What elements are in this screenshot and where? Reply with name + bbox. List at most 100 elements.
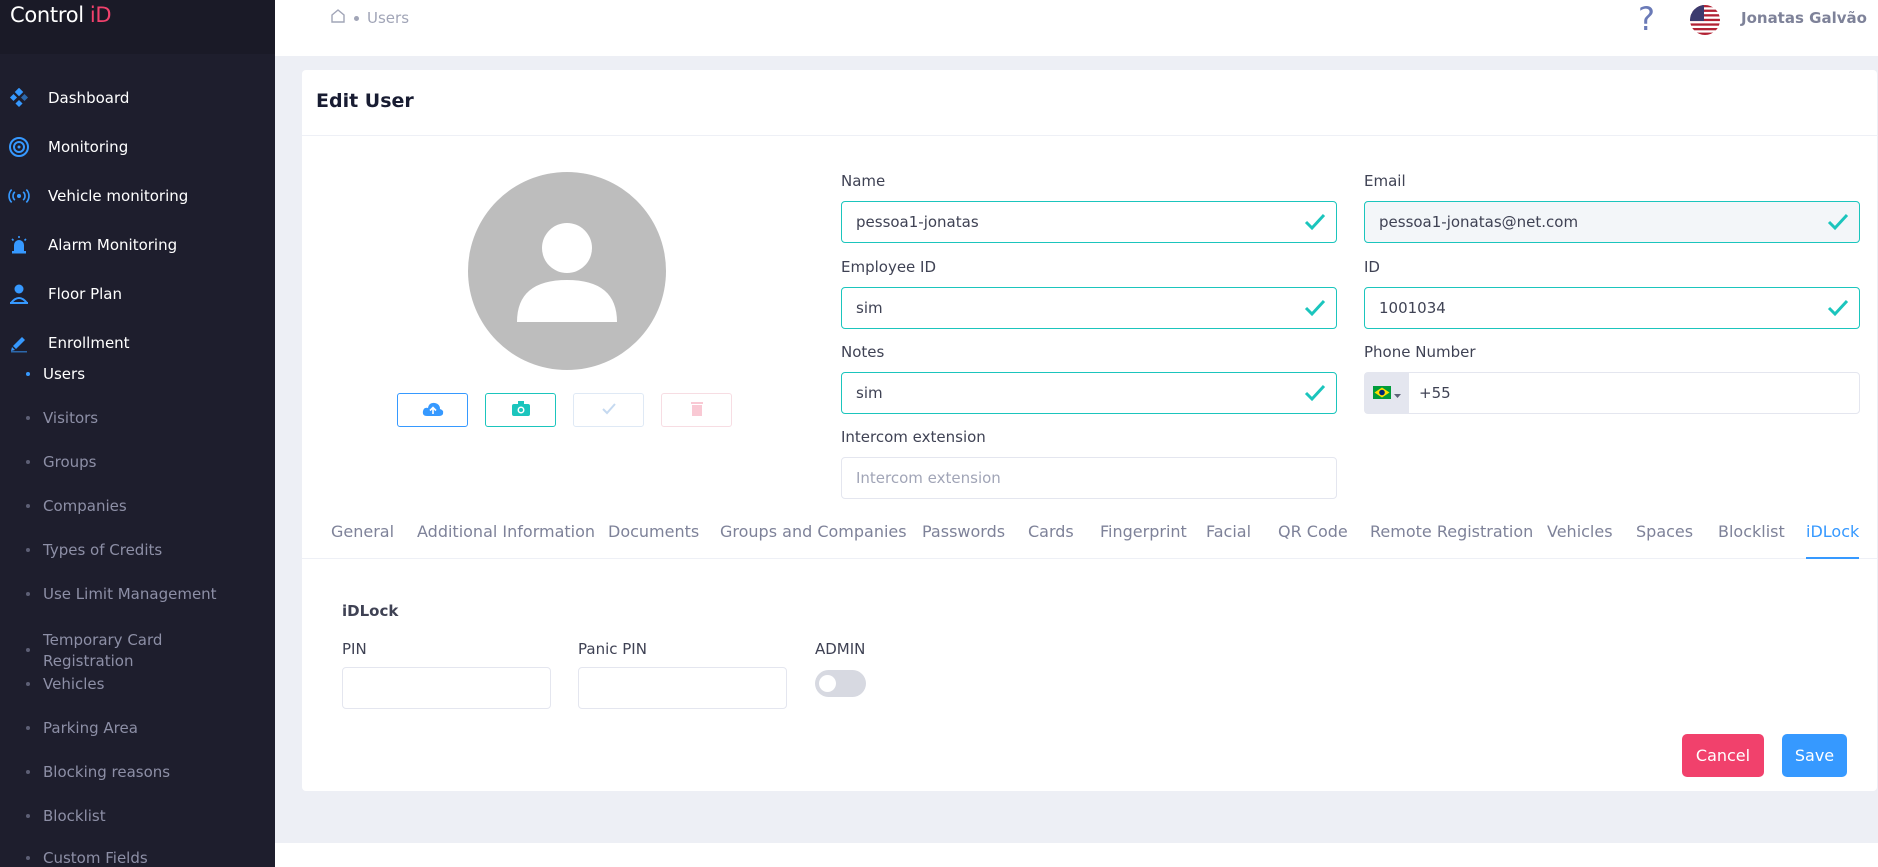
phone-field: +55 <box>1364 372 1860 414</box>
avatar <box>468 172 666 370</box>
user-name[interactable]: Jonatas Galvão <box>1741 9 1867 27</box>
id-field[interactable]: 1001034 <box>1364 287 1860 329</box>
notes-field[interactable]: sim <box>841 372 1337 414</box>
bullet-icon <box>26 372 30 376</box>
sidebar-item-label: Alarm Monitoring <box>48 236 178 254</box>
valid-check-icon <box>1304 383 1326 403</box>
sidebar-item-label: Vehicle monitoring <box>48 187 189 205</box>
phone-value[interactable]: +55 <box>1419 384 1451 402</box>
employee-id-field[interactable]: sim <box>841 287 1337 329</box>
monitoring-icon <box>8 136 30 158</box>
us-flag-icon[interactable] <box>1690 5 1720 35</box>
tab-qr-code[interactable]: QR Code <box>1278 522 1348 559</box>
bullet-icon <box>26 504 30 508</box>
employee-id-label: Employee ID <box>841 258 937 276</box>
sidebar-item-dashboard[interactable]: Dashboard <box>0 78 275 118</box>
alarm-icon <box>8 234 30 256</box>
top-header: Users ? Jonatas Galvão <box>275 0 1878 56</box>
sidebar-item-label: Groups <box>43 452 97 471</box>
admin-label: ADMIN <box>815 640 866 658</box>
sidebar-item-label: Floor Plan <box>48 285 122 303</box>
cancel-button[interactable]: Cancel <box>1682 734 1764 777</box>
sidebar-item-vehicle-monitoring[interactable]: Vehicle monitoring <box>0 176 275 216</box>
bullet-icon <box>26 726 30 730</box>
sidebar-item-label: Vehicles <box>43 674 105 693</box>
sidebar-item-label: Blocklist <box>43 806 106 825</box>
employee-id-value: sim <box>856 299 883 317</box>
email-label: Email <box>1364 172 1406 190</box>
tab-additional-information[interactable]: Additional Information <box>417 522 595 559</box>
valid-check-icon <box>1827 298 1849 318</box>
tab-blocklist[interactable]: Blocklist <box>1718 522 1785 559</box>
intercom-field[interactable]: Intercom extension <box>841 457 1337 499</box>
tab-general[interactable]: General <box>331 522 394 559</box>
breadcrumb-current: Users <box>367 9 410 27</box>
tab-documents[interactable]: Documents <box>608 522 699 559</box>
tab-idlock[interactable]: iDLock <box>1806 522 1860 559</box>
sidebar-item-alarm-monitoring[interactable]: Alarm Monitoring <box>0 225 275 265</box>
sidebar-item-label: Custom Fields <box>43 848 148 867</box>
home-icon[interactable] <box>330 8 346 28</box>
tab-facial[interactable]: Facial <box>1206 522 1251 559</box>
toggle-knob <box>819 675 836 692</box>
bullet-icon <box>26 460 30 464</box>
name-value: pessoa1-jonatas <box>856 213 979 231</box>
sidebar-item-label: Dashboard <box>48 89 130 107</box>
valid-check-icon <box>1304 212 1326 232</box>
pin-label: PIN <box>342 640 367 658</box>
help-icon[interactable]: ? <box>1638 0 1655 38</box>
take-photo-button[interactable] <box>485 393 556 427</box>
notes-value: sim <box>856 384 883 402</box>
email-field[interactable]: pessoa1-jonatas@net.com <box>1364 201 1860 243</box>
brazil-flag-icon <box>1373 384 1391 403</box>
phone-label: Phone Number <box>1364 343 1476 361</box>
bullet-icon <box>26 648 30 652</box>
dashboard-icon <box>8 87 30 109</box>
sidebar-item-label: Users <box>43 364 86 383</box>
confirm-photo-button[interactable] <box>573 393 644 427</box>
sidebar-item-label: Monitoring <box>48 138 129 156</box>
save-button[interactable]: Save <box>1782 734 1847 777</box>
delete-photo-button[interactable] <box>661 393 732 427</box>
tab-remote-registration[interactable]: Remote Registration <box>1370 522 1533 559</box>
sidebar-item-label: Visitors <box>43 408 99 427</box>
sidebar-item-label: Parking Area <box>43 718 138 737</box>
chevron-down-icon <box>1394 384 1401 403</box>
name-field[interactable]: pessoa1-jonatas <box>841 201 1337 243</box>
valid-check-icon <box>1827 212 1849 232</box>
sidebar-item-label: Types of Credits <box>43 540 163 559</box>
breadcrumb-separator <box>354 15 359 21</box>
pin-input[interactable] <box>342 667 551 709</box>
bullet-icon <box>26 770 30 774</box>
tab-groups-and-companies[interactable]: Groups and Companies <box>720 522 907 559</box>
breadcrumb: Users <box>330 8 409 28</box>
bullet-icon <box>26 416 30 420</box>
card-divider <box>302 135 1877 136</box>
floor-plan-icon <box>8 283 30 305</box>
sidebar-item-monitoring[interactable]: Monitoring <box>0 127 275 167</box>
user-tabs: General Additional Information Documents… <box>302 522 1877 559</box>
sidebar-item-floor-plan[interactable]: Floor Plan <box>0 274 275 314</box>
bullet-icon <box>26 548 30 552</box>
tab-passwords[interactable]: Passwords <box>922 522 1005 559</box>
id-value: 1001034 <box>1379 299 1446 317</box>
valid-check-icon <box>1304 298 1326 318</box>
intercom-label: Intercom extension <box>841 428 986 446</box>
edit-user-card: Edit User Name pessoa1-jonatas Email pes… <box>302 70 1877 791</box>
brand-logo[interactable]: Control iD <box>0 0 275 54</box>
tab-fingerprint[interactable]: Fingerprint <box>1100 522 1187 559</box>
bullet-icon <box>26 682 30 686</box>
panic-pin-input[interactable] <box>578 667 787 709</box>
idlock-section-title: iDLock <box>342 602 399 620</box>
intercom-placeholder: Intercom extension <box>856 469 1001 487</box>
country-code-select[interactable] <box>1365 373 1409 413</box>
upload-photo-button[interactable] <box>397 393 468 427</box>
tab-vehicles[interactable]: Vehicles <box>1547 522 1613 559</box>
sidebar-item-enrollment[interactable]: Enrollment <box>0 323 275 363</box>
name-label: Name <box>841 172 886 190</box>
id-label: ID <box>1364 258 1380 276</box>
brand-name: Control <box>10 3 84 27</box>
tab-cards[interactable]: Cards <box>1028 522 1074 559</box>
tab-spaces[interactable]: Spaces <box>1636 522 1693 559</box>
admin-toggle[interactable] <box>815 670 866 697</box>
